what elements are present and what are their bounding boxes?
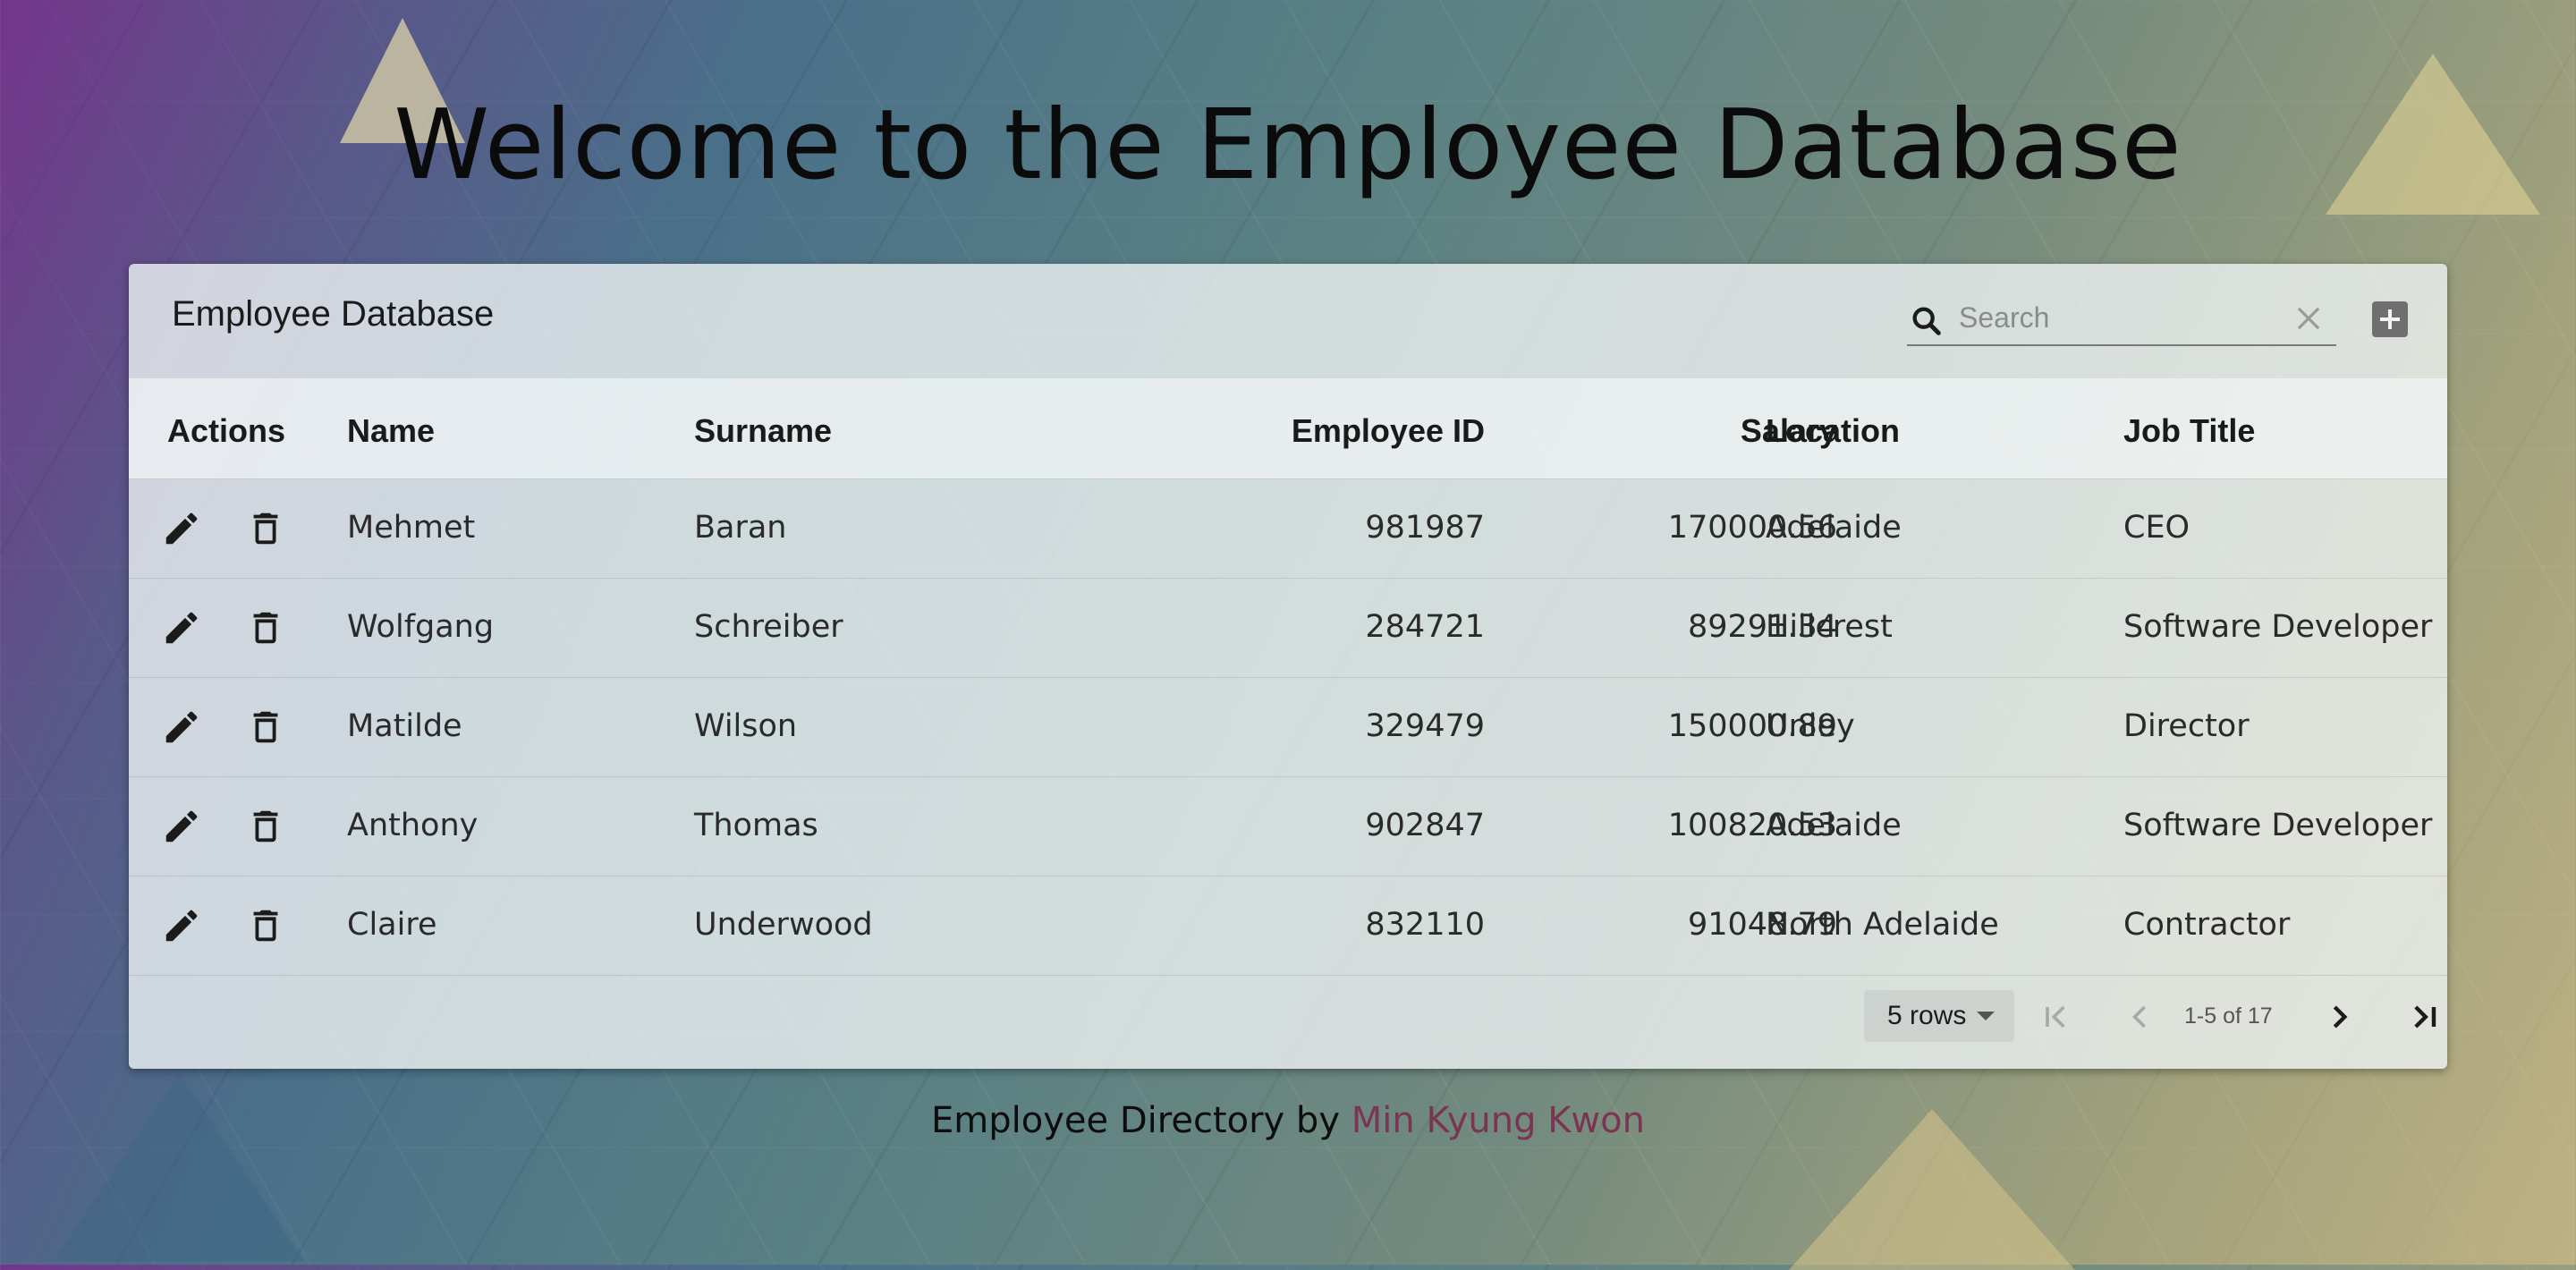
delete-icon[interactable]: [245, 707, 286, 748]
last-page-icon[interactable]: [2404, 997, 2444, 1037]
cell-employee-id: 284721: [1365, 609, 1485, 645]
cell-location: Adelaide: [1766, 510, 1902, 546]
page-title: Welcome to the Employee Database: [394, 89, 2182, 201]
table-title: Employee Database: [172, 294, 495, 334]
cell-job-title: Software Developer: [2123, 808, 2433, 843]
cell-name: Matilde: [347, 708, 462, 744]
cell-name: Anthony: [347, 808, 479, 843]
delete-icon[interactable]: [245, 905, 286, 946]
cell-name: Wolfgang: [347, 609, 495, 645]
column-header-employee-id[interactable]: Employee ID: [1077, 412, 1485, 450]
cell-location: North Adelaide: [1766, 907, 1999, 943]
column-header-actions: Actions: [167, 412, 286, 449]
first-page-icon[interactable]: [2038, 997, 2077, 1037]
employee-table-card: Employee Database Actions Name Surname E…: [129, 264, 2447, 1069]
search-icon: [1912, 307, 1941, 335]
delete-icon[interactable]: [245, 607, 286, 648]
cell-surname: Wilson: [694, 708, 798, 744]
edit-icon[interactable]: [161, 607, 202, 648]
table-toolbar: Employee Database: [129, 264, 2447, 378]
cell-surname: Underwood: [694, 907, 873, 943]
cell-location: Adelaide: [1766, 808, 1902, 843]
add-employee-button[interactable]: [2372, 301, 2408, 337]
pagination-range: 1-5 of 17: [2184, 1003, 2273, 1029]
cell-employee-id: 832110: [1365, 907, 1485, 943]
cell-surname: Baran: [694, 510, 787, 546]
table-row: Anthony Thomas 902847 100820.53 Adelaide…: [129, 777, 2447, 876]
column-header-job-title[interactable]: Job Title: [2123, 412, 2255, 450]
rows-per-page-value: 5 rows: [1887, 1001, 1967, 1030]
table-row: Claire Underwood 832110 91048.79 North A…: [129, 876, 2447, 976]
cell-location: Hillcrest: [1766, 609, 1893, 645]
table-row: Matilde Wilson 329479 150000.89 Unley Di…: [129, 678, 2447, 777]
cell-location: Unley: [1766, 708, 1855, 744]
column-header-name[interactable]: Name: [347, 412, 435, 450]
edit-icon[interactable]: [161, 806, 202, 847]
table-header-row: Actions Name Surname Employee ID Salary …: [129, 378, 2447, 479]
cell-employee-id: 981987: [1365, 510, 1485, 546]
cell-name: Mehmet: [347, 510, 476, 546]
table-row: Mehmet Baran 981987 170000.56 Adelaide C…: [129, 479, 2447, 579]
table-row: Wolfgang Schreiber 284721 89291.34 Hillc…: [129, 579, 2447, 678]
search-input[interactable]: [1957, 296, 2283, 339]
search-field[interactable]: [1907, 291, 2336, 346]
cell-job-title: CEO: [2123, 510, 2190, 546]
cell-surname: Thomas: [694, 808, 818, 843]
footer-credit: Employee Directory by Min Kyung Kwon: [0, 1100, 2576, 1141]
edit-icon[interactable]: [161, 508, 202, 549]
rows-per-page-select[interactable]: 5 rows: [1864, 990, 2014, 1042]
cell-job-title: Software Developer: [2123, 609, 2433, 645]
cell-surname: Schreiber: [694, 609, 843, 645]
cell-employee-id: 329479: [1365, 708, 1485, 744]
footer-credit-text: Employee Directory by: [931, 1100, 1352, 1141]
column-header-location[interactable]: Location: [1766, 412, 1900, 450]
chevron-down-icon: [1977, 1012, 1995, 1020]
cell-name: Claire: [347, 907, 437, 943]
author-link[interactable]: Min Kyung Kwon: [1352, 1100, 1645, 1141]
column-header-surname[interactable]: Surname: [694, 412, 832, 450]
employee-table: Actions Name Surname Employee ID Salary …: [129, 378, 2447, 976]
pagination-bar: 5 rows 1-5 of 17: [129, 970, 2447, 1069]
next-page-icon[interactable]: [2318, 997, 2358, 1037]
edit-icon[interactable]: [161, 707, 202, 748]
clear-search-icon[interactable]: [2292, 301, 2326, 335]
cell-job-title: Director: [2123, 708, 2250, 744]
delete-icon[interactable]: [245, 806, 286, 847]
delete-icon[interactable]: [245, 508, 286, 549]
edit-icon[interactable]: [161, 905, 202, 946]
previous-page-icon[interactable]: [2122, 997, 2161, 1037]
cell-employee-id: 902847: [1365, 808, 1485, 843]
cell-job-title: Contractor: [2123, 907, 2291, 943]
